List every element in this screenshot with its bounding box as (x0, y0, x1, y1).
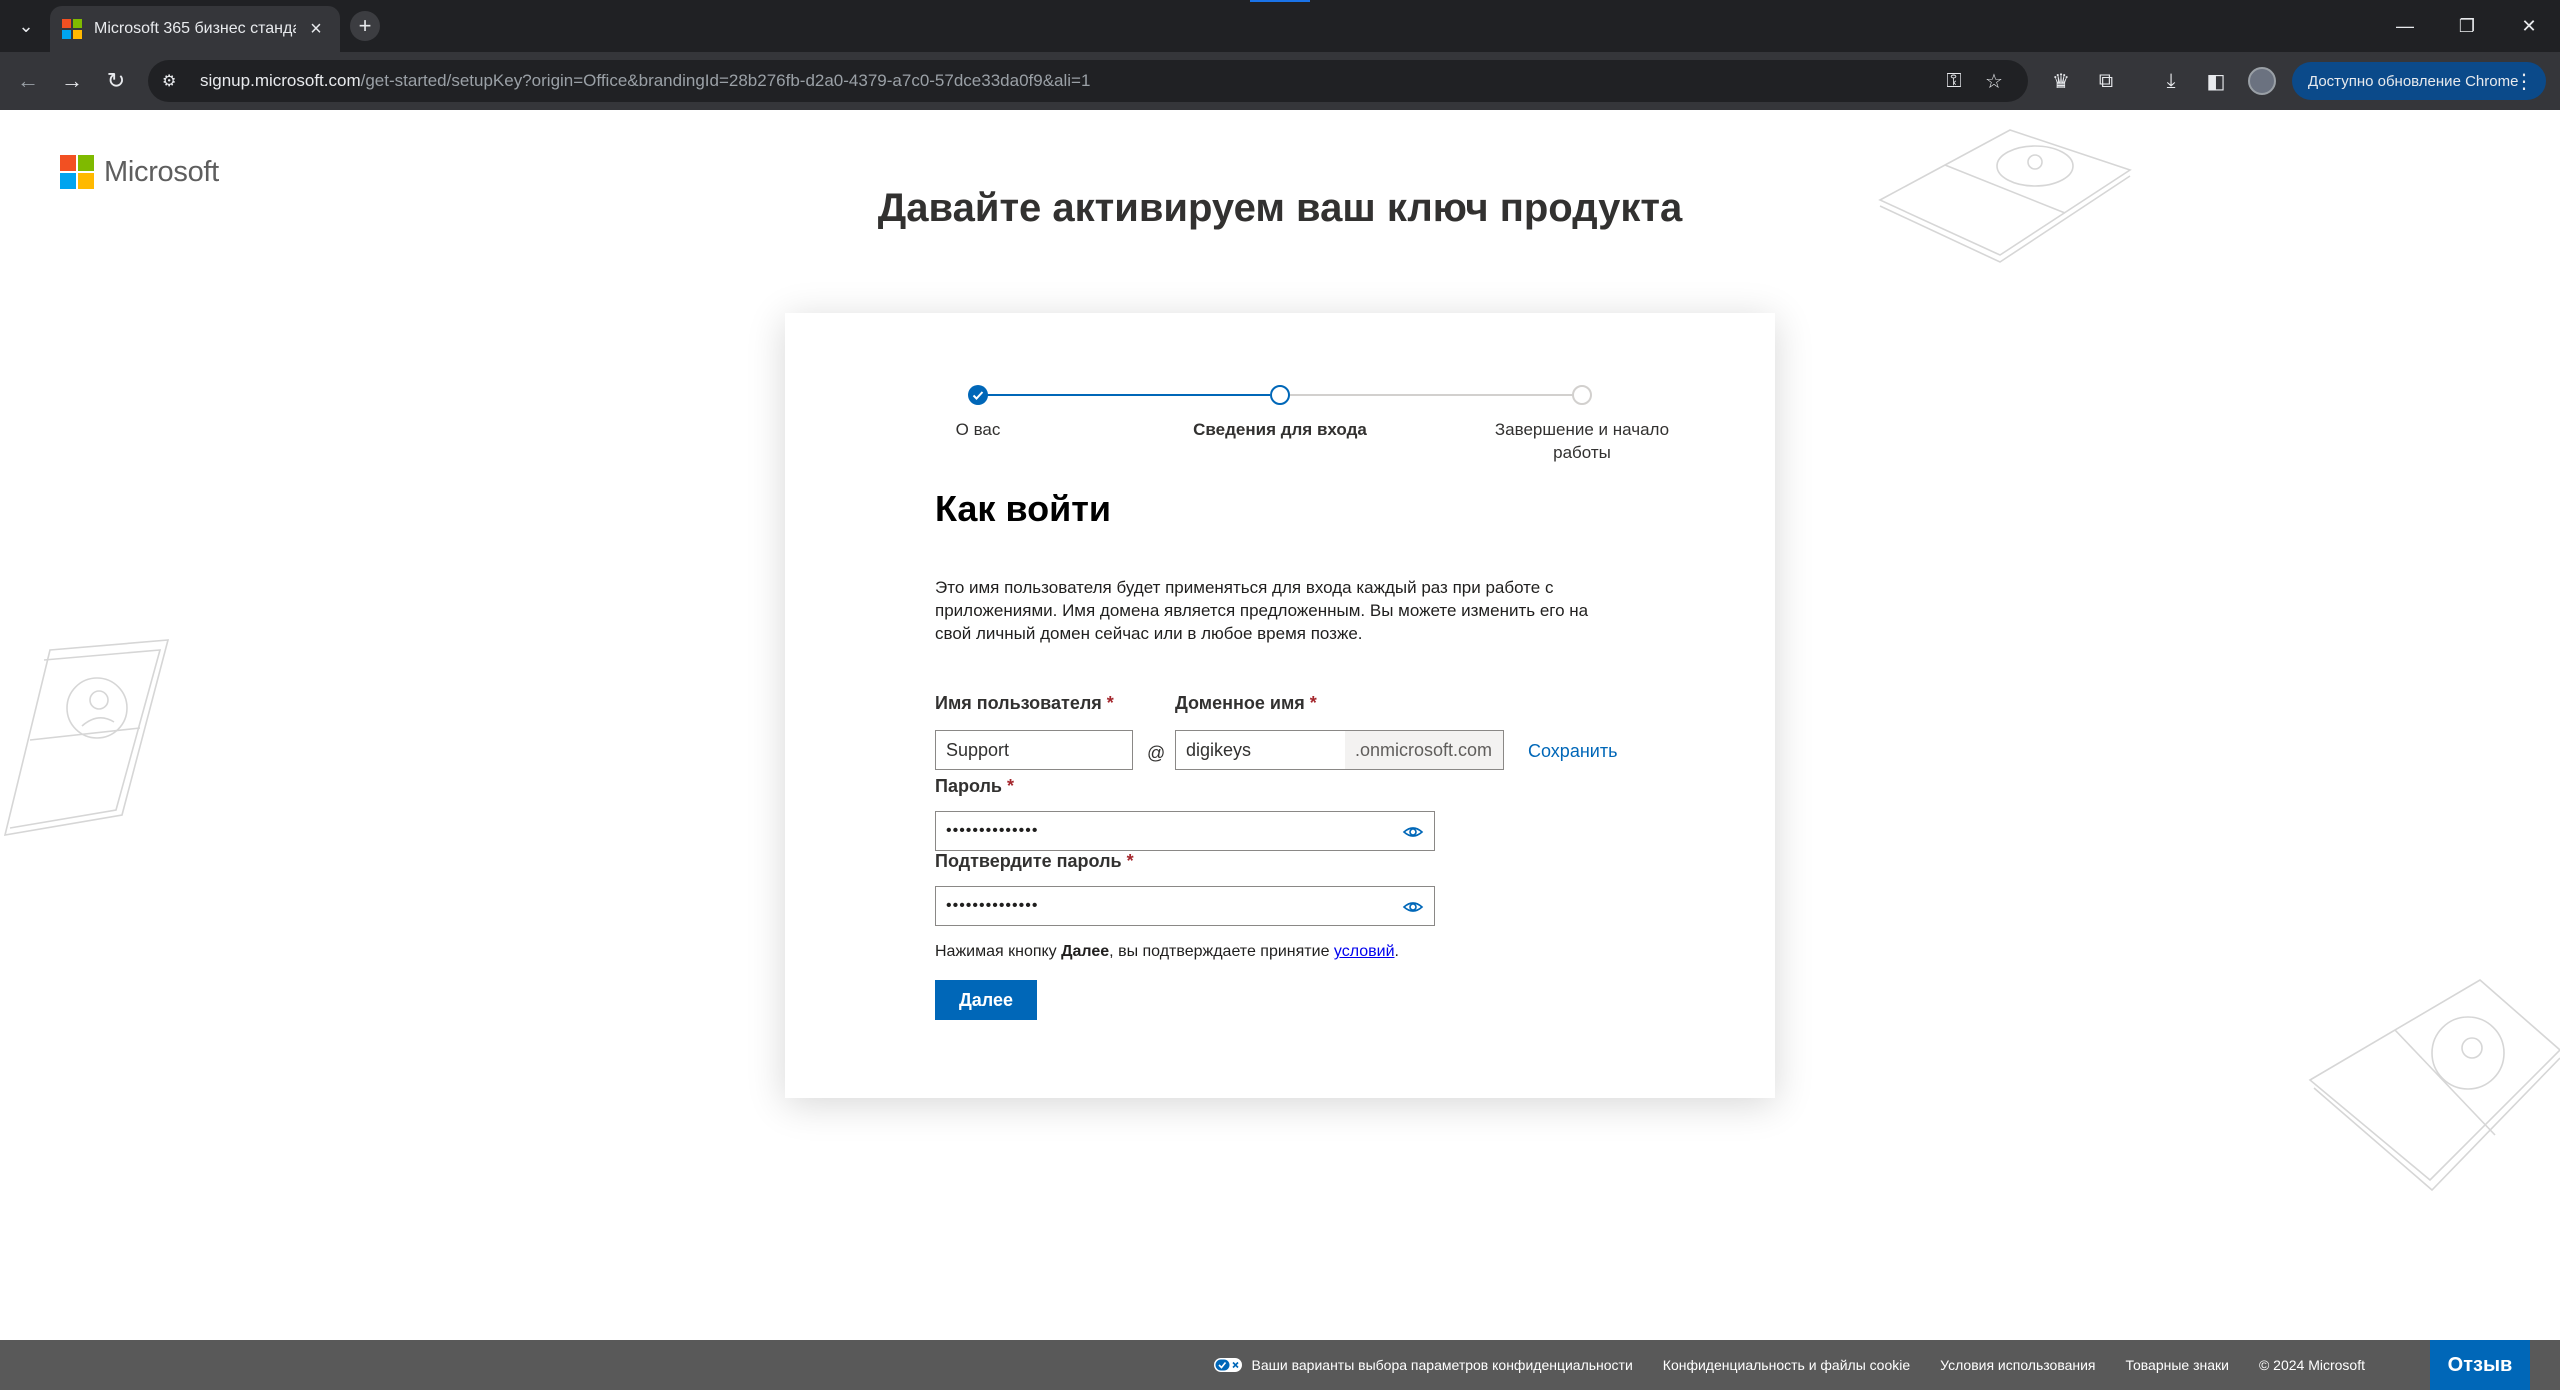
site-info-icon[interactable]: ⚙ (162, 71, 192, 91)
close-window-button[interactable]: ✕ (2498, 0, 2560, 52)
required-mark: * (1126, 851, 1134, 871)
required-mark: * (1106, 693, 1114, 713)
feedback-button[interactable]: Отзыв (2430, 1340, 2530, 1390)
profile-avatar[interactable] (2248, 67, 2276, 95)
confirm-password-input[interactable]: •••••••••••••• (935, 886, 1435, 926)
stepper-line-completed (978, 394, 1270, 396)
progress-stepper: О вас Сведения для входа Завершение и на… (785, 373, 1775, 473)
required-mark: * (1007, 776, 1015, 796)
privacy-cookies-link[interactable]: Конфиденциальность и файлы cookie (1663, 1357, 1910, 1373)
key-icon[interactable]: ⚿ (1934, 70, 1974, 93)
microsoft-logo[interactable]: Microsoft (60, 155, 219, 189)
download-icon[interactable]: ⤓ (2155, 65, 2187, 97)
back-icon: ← (17, 68, 39, 93)
forward-button[interactable]: → (56, 65, 88, 97)
username-input[interactable]: Support (935, 730, 1133, 770)
domain-value: digikeys (1186, 739, 1252, 760)
domain-input[interactable]: digikeys (1175, 730, 1345, 770)
restore-button[interactable]: ❐ (2436, 0, 2498, 52)
privacy-choices-link[interactable]: Ваши варианты выбора параметров конфиден… (1213, 1357, 1633, 1373)
update-label: Доступно обновление Chrome (2308, 72, 2519, 90)
back-button[interactable]: ← (12, 65, 44, 97)
star-icon[interactable]: ☆ (1974, 69, 2014, 94)
page-footer: Ваши варианты выбора параметров конфиден… (0, 1340, 2560, 1390)
step-3-dot (1572, 385, 1592, 405)
sidepanel-icon[interactable]: ◧ (2200, 65, 2232, 97)
step-1-dot (968, 385, 988, 405)
page-title: Давайте активируем ваш ключ продукта (877, 186, 1683, 230)
new-tab-button[interactable]: + (350, 11, 380, 41)
stepper-line-upcoming (1290, 394, 1577, 396)
signup-card: О вас Сведения для входа Завершение и на… (785, 313, 1775, 1098)
username-value: Support (946, 739, 1010, 760)
close-icon[interactable]: × (304, 18, 328, 41)
eye-icon[interactable] (1402, 823, 1424, 841)
page-content: Microsoft Давайте активируем ваш ключ пр… (0, 110, 2560, 1340)
reload-icon: ↻ (106, 68, 126, 93)
copyright-text: © 2024 Microsoft (2258, 1357, 2365, 1373)
username-label: Имя пользователя * (935, 693, 1114, 713)
microsoft-logo-icon (60, 155, 94, 189)
chrome-update-button[interactable]: Доступно обновление Chrome ⋮ (2292, 62, 2546, 100)
password-input[interactable]: •••••••••••••• (935, 811, 1435, 851)
step-1-label: О вас (955, 420, 1001, 439)
puzzle-icon[interactable]: ⧉ (2090, 65, 2122, 97)
terms-link[interactable]: условий (1334, 943, 1395, 960)
step-2-dot (1270, 385, 1290, 405)
browser-tab-bar: ⌄ Microsoft 365 бизнес стандарт × + — ❐ … (0, 0, 2560, 52)
domain-suffix: .onmicrosoft.com (1345, 730, 1504, 770)
browser-toolbar: ← → ↻ ⚙ signup.microsoft.com/get-started… (0, 52, 2560, 110)
menu-icon: ⋮ (2514, 70, 2534, 93)
minimize-button[interactable]: — (2374, 0, 2436, 52)
form-title: Как войти (935, 488, 1111, 529)
reload-button[interactable]: ↻ (100, 65, 132, 97)
confirm-password-value: •••••••••••••• (946, 897, 1039, 914)
privacy-toggle-icon (1213, 1358, 1242, 1372)
window-controls: — ❐ ✕ (2374, 0, 2560, 52)
step-2-label: Сведения для входа (1193, 420, 1367, 439)
eye-icon[interactable] (1402, 898, 1424, 916)
password-label: Пароль * (935, 776, 1015, 796)
address-bar[interactable]: ⚙ signup.microsoft.com/get-started/setup… (148, 60, 2028, 102)
consent-text: Нажимая кнопку Далее, вы подтверждаете п… (935, 943, 1399, 960)
logo-text: Microsoft (104, 155, 219, 188)
check-icon (972, 391, 984, 400)
trademarks-link[interactable]: Товарные знаки (2126, 1357, 2229, 1373)
forward-icon: → (61, 68, 83, 93)
tab-strip-indicator (1250, 0, 1310, 2)
required-mark: * (1309, 693, 1317, 713)
tab-title: Microsoft 365 бизнес стандарт (94, 20, 296, 37)
extension-icon[interactable]: ♛ (2045, 65, 2077, 97)
domain-label: Доменное имя * (1175, 693, 1317, 713)
form-description: Это имя пользователя будет применяться д… (935, 578, 1589, 643)
plus-icon: + (358, 13, 372, 38)
tab-search-button[interactable]: ⌄ (10, 10, 42, 42)
url-text[interactable]: signup.microsoft.com/get-started/setupKe… (200, 71, 1934, 91)
save-domain-link[interactable]: Сохранить (1528, 741, 1617, 762)
chevron-down-icon: ⌄ (18, 15, 34, 36)
browser-tab[interactable]: Microsoft 365 бизнес стандарт × (50, 6, 340, 52)
at-sign: @ (1147, 743, 1166, 763)
decorative-profile-card-illustration (3, 639, 170, 836)
password-value: •••••••••••••• (946, 822, 1039, 839)
terms-of-use-link[interactable]: Условия использования (1940, 1357, 2095, 1373)
confirm-password-label: Подтвердите пароль * (935, 851, 1134, 871)
next-button[interactable]: Далее (935, 980, 1037, 1020)
step-3-label: Завершение и начало работы (1494, 420, 1670, 462)
footer-links: Ваши варианты выбора параметров конфиден… (1184, 1340, 2365, 1390)
microsoft-favicon-icon (62, 19, 82, 39)
decorative-folded-card-illustration (2308, 979, 2560, 1192)
